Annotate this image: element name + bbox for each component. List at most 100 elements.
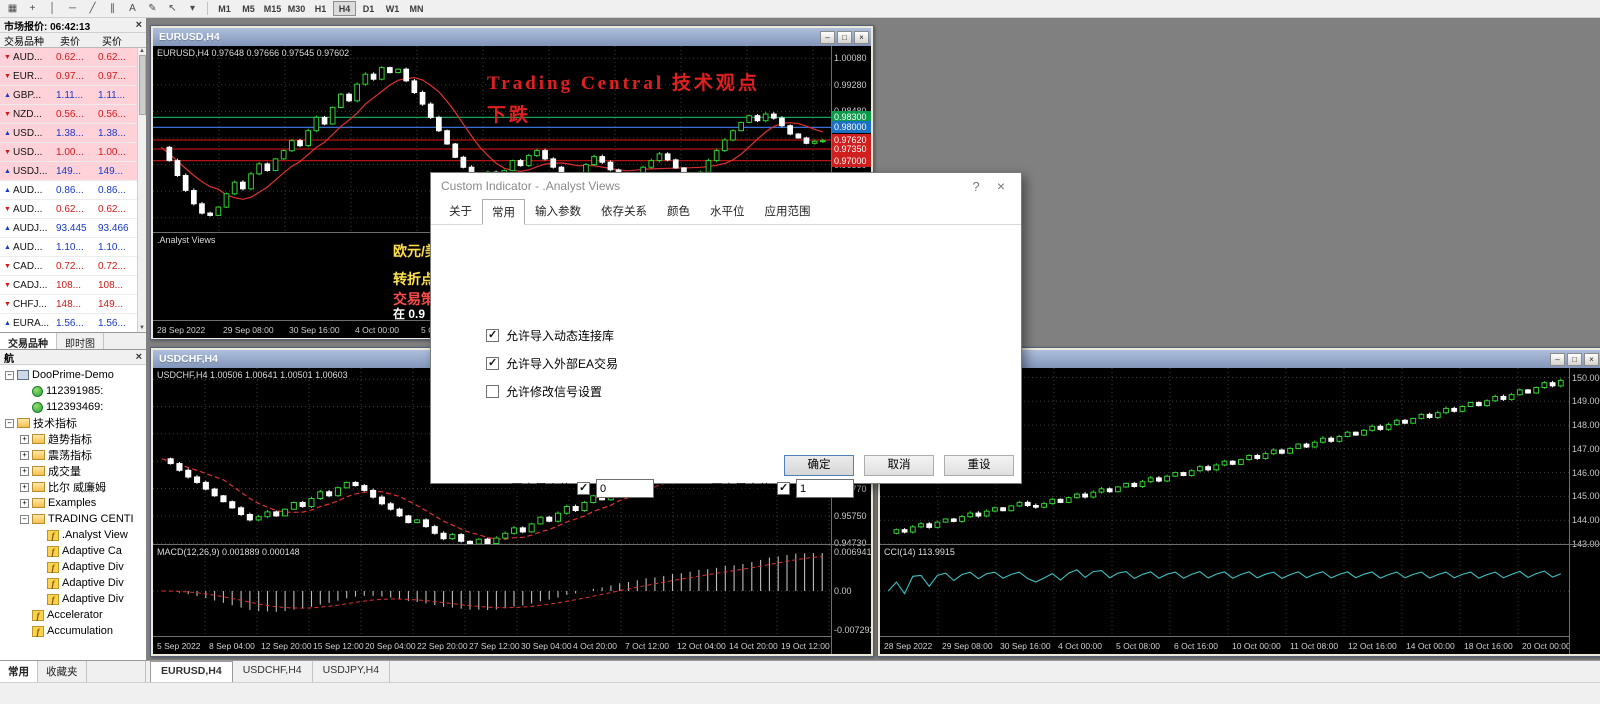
tree-item[interactable]: +成交量 <box>0 463 146 479</box>
close-button[interactable]: × <box>854 31 869 44</box>
timeframe-h4[interactable]: H4 <box>333 1 356 16</box>
tree-item[interactable]: +比尔 威廉姆 <box>0 479 146 495</box>
scroll-up-icon[interactable]: ▲ <box>139 48 145 54</box>
collapse-icon[interactable]: − <box>20 515 29 524</box>
tree-item[interactable]: fAdaptive Div <box>0 575 146 591</box>
tree-item[interactable]: fAccelerator <box>0 607 146 623</box>
timeframe-w1[interactable]: W1 <box>381 1 404 16</box>
timeframe-h1[interactable]: H1 <box>309 1 332 16</box>
dialog-tab[interactable]: 应用范围 <box>755 198 821 224</box>
dialog-tab[interactable]: 水平位 <box>700 198 755 224</box>
window-tab[interactable]: USDJPY,H4 <box>313 661 390 682</box>
ok-button[interactable]: 确定 <box>784 455 854 476</box>
minimize-button[interactable]: – <box>820 31 835 44</box>
macd-pane[interactable]: MACD(12,26,9) 0.001889 0.000148 <box>153 544 831 636</box>
checkbox[interactable] <box>777 482 790 495</box>
timeframe-m15[interactable]: M15 <box>261 1 284 16</box>
cursor-icon[interactable]: ↖ <box>163 1 182 16</box>
horizontal-line-icon[interactable]: ─ <box>63 1 82 16</box>
timeframe-m30[interactable]: M30 <box>285 1 308 16</box>
close-icon[interactable]: × <box>991 178 1011 194</box>
column-bid[interactable]: 卖价 <box>60 33 102 48</box>
tree-item[interactable]: 112393469: <box>0 399 146 415</box>
expand-icon[interactable]: + <box>20 499 29 508</box>
tree-item[interactable]: +趋势指标 <box>0 431 146 447</box>
timeframe-m5[interactable]: M5 <box>237 1 260 16</box>
column-ask[interactable]: 买价 <box>102 33 141 48</box>
dialog-tab[interactable]: 关于 <box>439 198 482 224</box>
trendline-icon[interactable]: ╱ <box>83 1 102 16</box>
scroll-down-icon[interactable]: ▼ <box>139 325 145 331</box>
checkbox[interactable] <box>577 482 590 495</box>
collapse-icon[interactable]: − <box>5 371 14 380</box>
tree-item[interactable]: 112391985: <box>0 383 146 399</box>
tree-item[interactable]: −TRADING CENTI <box>0 511 146 527</box>
restore-button[interactable]: □ <box>1567 353 1582 366</box>
market-watch-row[interactable]: ▲AUD...1.10...1.10... <box>0 238 137 257</box>
market-watch-row[interactable]: ▼AUD...0.62...0.62... <box>0 200 137 219</box>
tree-item[interactable]: f.Analyst View <box>0 527 146 543</box>
market-watch-row[interactable]: ▼CADJ...108...108... <box>0 276 137 295</box>
navigator-tab[interactable]: 收藏夹 <box>38 661 87 682</box>
tree-item[interactable]: +震荡指标 <box>0 447 146 463</box>
navigator-tab[interactable]: 常用 <box>0 661 38 682</box>
checkbox[interactable] <box>486 329 499 342</box>
market-watch-tab[interactable]: 交易品种 <box>0 333 57 349</box>
close-icon[interactable]: × <box>136 19 142 31</box>
checkbox[interactable] <box>486 357 499 370</box>
timeframe-m1[interactable]: M1 <box>213 1 236 16</box>
expand-icon[interactable]: + <box>20 435 29 444</box>
market-watch-row[interactable]: ▼AUD...0.62...0.62... <box>0 48 137 67</box>
tree-item[interactable]: fAccumulation <box>0 623 146 639</box>
expand-icon[interactable]: + <box>20 467 29 476</box>
column-symbol[interactable]: 交易品种 <box>4 33 60 48</box>
market-watch-row[interactable]: ▼NZD...0.56...0.56... <box>0 105 137 124</box>
scrollbar-thumb[interactable] <box>139 55 146 115</box>
timeframe-d1[interactable]: D1 <box>357 1 380 16</box>
market-watch-row[interactable]: ▲USDJ...149...149... <box>0 162 137 181</box>
market-watch-row[interactable]: ▲USD...1.38...1.38... <box>0 124 137 143</box>
close-button[interactable]: × <box>1584 353 1599 366</box>
window-tab[interactable]: USDCHF,H4 <box>233 661 313 682</box>
indicators-dropdown-icon[interactable]: ▾ <box>183 1 202 16</box>
market-watch-row[interactable]: ▼CHFJ...148...149... <box>0 295 137 314</box>
timeframe-mn[interactable]: MN <box>405 1 428 16</box>
market-watch-row[interactable]: ▼USD...1.00...1.00... <box>0 143 137 162</box>
tree-item[interactable]: −DooPrime-Demo <box>0 367 146 383</box>
tree-item[interactable]: −技术指标 <box>0 415 146 431</box>
market-watch-row[interactable]: ▲AUD...0.86...0.86... <box>0 181 137 200</box>
dialog-titlebar[interactable]: Custom Indicator - .Analyst Views ? × <box>431 173 1021 199</box>
market-watch-row[interactable]: ▲GBP...1.11...1.11... <box>0 86 137 105</box>
restore-button[interactable]: □ <box>837 31 852 44</box>
vertical-line-icon[interactable]: │ <box>43 1 62 16</box>
channel-icon[interactable]: ∥ <box>103 1 122 16</box>
market-watch-scrollbar[interactable]: ▲ ▼ <box>137 48 146 332</box>
charts-grid-icon[interactable]: ▦ <box>3 1 22 16</box>
window-titlebar[interactable]: EURUSD,H4 – □ × <box>153 28 871 46</box>
minimize-button[interactable]: – <box>1550 353 1565 366</box>
market-watch-row[interactable]: ▲EURA...1.56...1.56... <box>0 314 137 332</box>
tree-item[interactable]: +Examples <box>0 495 146 511</box>
collapse-icon[interactable]: − <box>5 419 14 428</box>
dialog-tab[interactable]: 依存关系 <box>591 198 657 224</box>
cancel-button[interactable]: 取消 <box>864 455 934 476</box>
min-value-input[interactable] <box>596 479 654 498</box>
tree-item[interactable]: fAdaptive Div <box>0 559 146 575</box>
close-icon[interactable]: × <box>136 351 142 363</box>
crosshair-icon[interactable]: + <box>23 1 42 16</box>
max-value-input[interactable] <box>796 479 854 498</box>
dialog-tab[interactable]: 输入参数 <box>525 198 591 224</box>
window-tab[interactable]: EURUSD,H4 <box>150 661 233 682</box>
dialog-tab[interactable]: 常用 <box>482 199 525 225</box>
market-watch-row[interactable]: ▲AUDJ...93.44593.466 <box>0 219 137 238</box>
tree-item[interactable]: fAdaptive Div <box>0 591 146 607</box>
dialog-tab[interactable]: 颜色 <box>657 198 700 224</box>
custom-indicator-dialog[interactable]: Custom Indicator - .Analyst Views ? × 关于… <box>430 172 1022 484</box>
market-watch-tab[interactable]: 即时图 <box>57 333 104 349</box>
market-watch-row[interactable]: ▼CAD...0.72...0.72... <box>0 257 137 276</box>
tree-item[interactable]: fAdaptive Ca <box>0 543 146 559</box>
checkbox[interactable] <box>486 385 499 398</box>
help-icon[interactable]: ? <box>961 179 991 194</box>
draw-tool-icon[interactable]: ✎ <box>143 1 162 16</box>
expand-icon[interactable]: + <box>20 451 29 460</box>
